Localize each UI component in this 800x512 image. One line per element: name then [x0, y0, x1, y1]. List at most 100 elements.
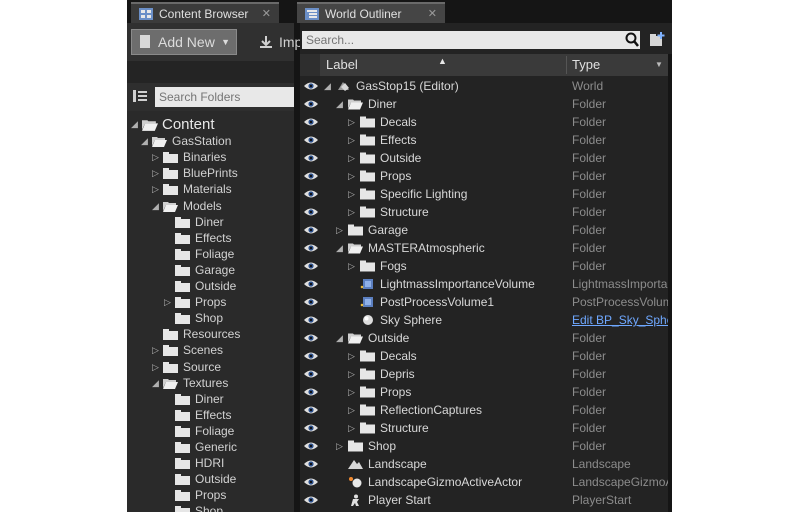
folder-tree-item[interactable]: Outside — [127, 278, 294, 294]
outliner-row[interactable]: ▷ Garage Folder — [300, 221, 668, 239]
outliner-row[interactable]: ◢ Diner Folder — [300, 95, 668, 113]
folder-tree-item[interactable]: Effects — [127, 230, 294, 246]
outliner-row[interactable]: ▷ Decals Folder — [300, 347, 668, 365]
type-column-header[interactable]: Type — [572, 54, 600, 76]
outliner-row[interactable]: PostProcessVolume1 PostProcessVolume — [300, 293, 668, 311]
tab-content-browser[interactable]: Content Browser ✕ — [131, 2, 279, 23]
folder-tree-item[interactable]: Foliage — [127, 246, 294, 262]
collapsed-arrow-icon[interactable]: ▷ — [348, 365, 358, 383]
outliner-row[interactable]: ◢ Outside Folder — [300, 329, 668, 347]
collapsed-arrow-icon[interactable]: ▷ — [348, 347, 358, 365]
outliner-row[interactable]: ▷ Depris Folder — [300, 365, 668, 383]
close-icon[interactable]: ✕ — [428, 4, 437, 25]
outliner-row[interactable]: ▷ ReflectionCaptures Folder — [300, 401, 668, 419]
folder-tree-item[interactable]: Shop — [127, 310, 294, 326]
folder-tree-item[interactable]: ▷ Materials — [127, 181, 294, 197]
visibility-eye-icon[interactable] — [304, 279, 318, 289]
visibility-eye-icon[interactable] — [304, 315, 318, 325]
collapsed-arrow-icon[interactable]: ▷ — [348, 113, 358, 131]
visibility-eye-icon[interactable] — [304, 135, 318, 145]
outliner-row[interactable]: ▷ Effects Folder — [300, 131, 668, 149]
visibility-eye-icon[interactable] — [304, 333, 318, 343]
outliner-row[interactable]: ▷ Structure Folder — [300, 419, 668, 437]
outliner-search-input[interactable] — [302, 31, 640, 49]
visibility-eye-icon[interactable] — [304, 153, 318, 163]
visibility-eye-icon[interactable] — [304, 351, 318, 361]
visibility-eye-icon[interactable] — [304, 207, 318, 217]
outliner-row[interactable]: ▷ Specific Lighting Folder — [300, 185, 668, 203]
folder-tree-item[interactable]: ▷ Scenes — [127, 342, 294, 358]
outliner-row[interactable]: LandscapeGizmoActiveActor LandscapeGizmoA… — [300, 473, 668, 491]
expanded-arrow-icon[interactable]: ◢ — [152, 198, 162, 214]
outliner-row[interactable]: LightmassImportanceVolume LightmassImport… — [300, 275, 668, 293]
folder-tree-item[interactable]: ◢ Content — [127, 116, 294, 133]
folder-tree-item[interactable]: Garage — [127, 262, 294, 278]
collapsed-arrow-icon[interactable]: ▷ — [348, 131, 358, 149]
outliner-row[interactable]: Sky Sphere Edit BP_Sky_Sphere — [300, 311, 668, 329]
collapsed-arrow-icon[interactable]: ▷ — [348, 185, 358, 203]
visibility-eye-icon[interactable] — [304, 495, 318, 505]
collapsed-arrow-icon[interactable]: ▷ — [336, 221, 346, 239]
folder-tree-item[interactable]: ◢ Textures — [127, 375, 294, 391]
folder-tree-item[interactable]: ◢ Models — [127, 198, 294, 214]
outliner-row[interactable]: ▷ Props Folder — [300, 383, 668, 401]
folder-tree-item[interactable]: Props — [127, 487, 294, 503]
visibility-eye-icon[interactable] — [304, 243, 318, 253]
collapsed-arrow-icon[interactable]: ▷ — [348, 419, 358, 437]
visibility-eye-icon[interactable] — [304, 225, 318, 235]
folder-tree-item[interactable]: ▷ Binaries — [127, 149, 294, 165]
visibility-eye-icon[interactable] — [304, 297, 318, 307]
folder-tree-item[interactable]: Effects — [127, 407, 294, 423]
label-column-header[interactable]: Label — [326, 54, 358, 76]
collapsed-arrow-icon[interactable]: ▷ — [152, 149, 162, 165]
outliner-row[interactable]: Landscape Landscape — [300, 455, 668, 473]
visibility-eye-icon[interactable] — [304, 441, 318, 451]
collapsed-arrow-icon[interactable]: ▷ — [348, 149, 358, 167]
folder-tree-item[interactable]: Outside — [127, 471, 294, 487]
folder-tree-item[interactable]: Shop — [127, 503, 294, 512]
collapsed-arrow-icon[interactable]: ▷ — [348, 167, 358, 185]
expanded-arrow-icon[interactable]: ◢ — [336, 329, 346, 347]
expanded-arrow-icon[interactable]: ◢ — [141, 133, 151, 149]
visibility-eye-icon[interactable] — [304, 99, 318, 109]
collapsed-arrow-icon[interactable]: ▷ — [152, 181, 162, 197]
folder-tree-item[interactable]: ▷ Props — [127, 294, 294, 310]
folder-tree-item[interactable]: Diner — [127, 214, 294, 230]
folder-tree-item[interactable]: HDRI — [127, 455, 294, 471]
visibility-eye-icon[interactable] — [304, 171, 318, 181]
search-folders-input[interactable] — [155, 87, 294, 107]
chevron-down-icon[interactable]: ▼ — [655, 60, 663, 69]
outliner-row[interactable]: ▷ Fogs Folder — [300, 257, 668, 275]
expanded-arrow-icon[interactable]: ◢ — [131, 116, 141, 132]
folder-tree-item[interactable]: ▷ Source — [127, 359, 294, 375]
collapsed-arrow-icon[interactable]: ▷ — [348, 257, 358, 275]
visibility-eye-icon[interactable] — [304, 261, 318, 271]
folder-tree-item[interactable]: ▷ BluePrints — [127, 165, 294, 181]
column-divider[interactable] — [566, 56, 567, 74]
outliner-row[interactable]: ▷ Props Folder — [300, 167, 668, 185]
outliner-row[interactable]: ▷ Outside Folder — [300, 149, 668, 167]
expanded-arrow-icon[interactable]: ◢ — [324, 77, 334, 95]
collapsed-arrow-icon[interactable]: ▷ — [152, 359, 162, 375]
outliner-row[interactable]: Player Start PlayerStart — [300, 491, 668, 509]
visibility-eye-icon[interactable] — [304, 387, 318, 397]
collapsed-arrow-icon[interactable]: ▷ — [152, 165, 162, 181]
expanded-arrow-icon[interactable]: ◢ — [336, 239, 346, 257]
outliner-row[interactable]: ▷ Decals Folder — [300, 113, 668, 131]
edit-blueprint-link[interactable]: Edit BP_Sky_Sphere — [572, 311, 668, 329]
visibility-eye-icon[interactable] — [304, 477, 318, 487]
outliner-row[interactable]: ▷ Structure Folder — [300, 203, 668, 221]
outliner-row[interactable]: ▷ Shop Folder — [300, 437, 668, 455]
collapsed-arrow-icon[interactable]: ▷ — [152, 342, 162, 358]
expanded-arrow-icon[interactable]: ◢ — [336, 95, 346, 113]
visibility-eye-icon[interactable] — [304, 81, 318, 91]
expanded-arrow-icon[interactable]: ◢ — [152, 375, 162, 391]
visibility-eye-icon[interactable] — [304, 405, 318, 415]
search-icon[interactable] — [624, 32, 640, 48]
folder-tree-item[interactable]: Resources — [127, 326, 294, 342]
folder-tree-item[interactable]: Generic — [127, 439, 294, 455]
visibility-eye-icon[interactable] — [304, 369, 318, 379]
visibility-eye-icon[interactable] — [304, 423, 318, 433]
add-folder-icon[interactable] — [648, 31, 666, 49]
tab-world-outliner[interactable]: World Outliner ✕ — [297, 2, 445, 23]
